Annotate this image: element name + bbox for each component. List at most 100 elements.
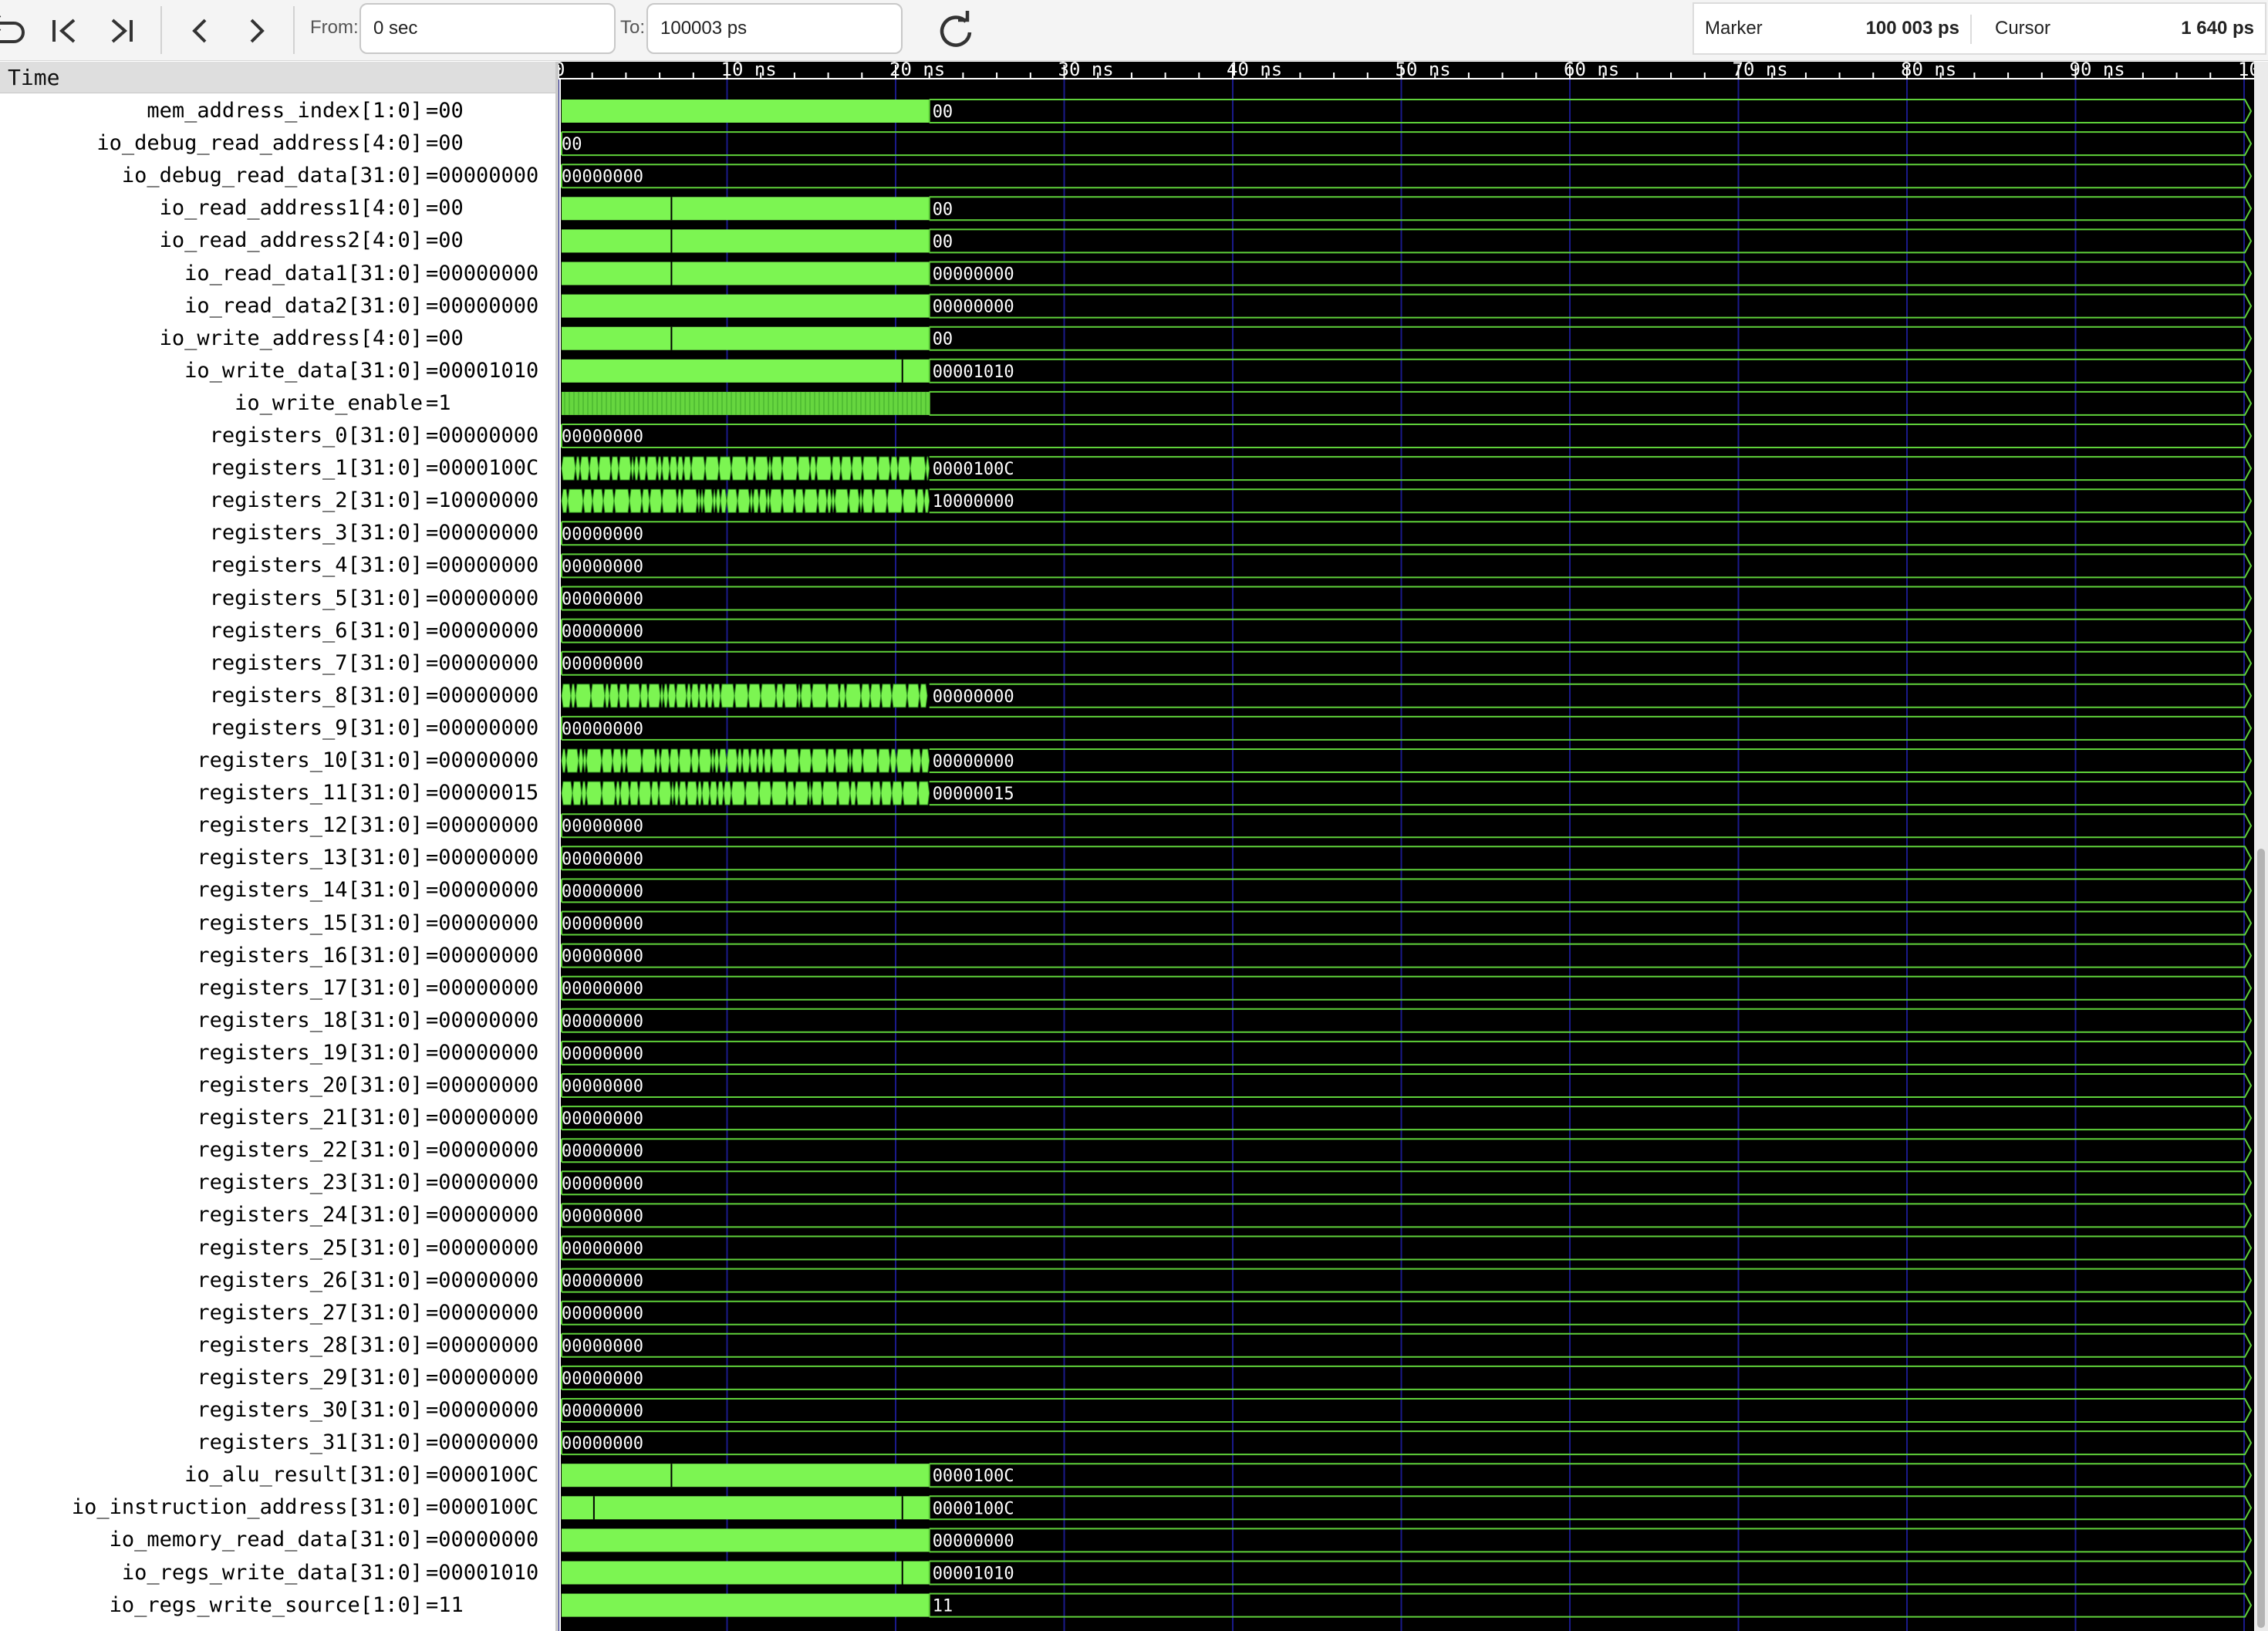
signal-row[interactable]: registers_16[31:0] =00000000 [0,940,555,972]
signal-value-label: 00000000 [933,298,1014,317]
signal-row[interactable]: io_read_address1[4:0] =00 [0,192,555,225]
signal-row[interactable]: registers_20[31:0] =00000000 [0,1069,555,1102]
signal-row[interactable]: registers_10[31:0] =00000000 [0,745,555,777]
signal-transition [734,684,749,708]
signal-name: registers_27[31:0] [197,1300,423,1325]
signal-row[interactable]: registers_1[31:0] =0000100C [0,452,555,485]
signal-row[interactable]: io_write_data[31:0] =00001010 [0,355,555,387]
signal-transition [771,748,786,773]
signal-row[interactable]: io_regs_write_data[31:0] =00001010 [0,1557,555,1589]
signal-value: =00 [426,196,464,221]
signal-transition [718,748,727,773]
waveform-panel[interactable]: 0 10 ns 20 ns 30 ns 40 ns 50 ns 60 ns 70 ns 80 n… [559,62,2254,1631]
signal-transition [771,781,788,805]
signal-row[interactable]: io_memory_read_data[31:0] =00000000 [0,1524,555,1556]
scrollbar-thumb[interactable] [2257,849,2265,1628]
signal-row[interactable]: registers_29[31:0] =00000000 [0,1362,555,1394]
to-input[interactable] [646,3,903,54]
signal-row[interactable]: registers_9[31:0] =00000000 [0,712,555,745]
signal-value-label: 00000000 [562,1045,643,1064]
signal-row[interactable]: registers_31[31:0] =00000000 [0,1427,555,1459]
signal-trace [929,261,2253,286]
signal-row[interactable]: io_read_data2[31:0] =00000000 [0,290,555,322]
signal-name: registers_1[31:0] [209,456,423,481]
signal-transition [677,456,684,481]
signal-value: =00000000 [426,1040,539,1065]
signal-value-label: 00 [933,103,953,122]
signal-row[interactable]: io_debug_read_address[4:0] =00 [0,127,555,160]
signal-row[interactable]: registers_4[31:0] =00000000 [0,549,555,582]
signal-transition [902,781,919,805]
signal-row[interactable]: registers_22[31:0] =00000000 [0,1134,555,1167]
signal-row[interactable]: registers_5[31:0] =00000000 [0,582,555,615]
signal-row[interactable]: registers_24[31:0] =00000000 [0,1199,555,1231]
skip-start-icon [52,19,76,43]
signal-name: mem_address_index[1:0] [147,99,423,123]
signal-row[interactable]: registers_25[31:0] =00000000 [0,1232,555,1265]
skip-end-icon [111,19,133,43]
signal-name: io_read_data1[31:0] [184,261,423,285]
signal-transition [880,684,893,708]
signal-row[interactable]: io_read_address2[4:0] =00 [0,225,555,257]
signal-row[interactable]: registers_13[31:0] =00000000 [0,842,555,874]
signal-name: registers_17[31:0] [197,975,423,1000]
signal-row[interactable]: registers_3[31:0] =00000000 [0,517,555,549]
reload-button[interactable] [930,5,981,56]
signal-row[interactable]: mem_address_index[1:0] =00 [0,95,555,127]
signal-name: io_read_address1[4:0] [159,196,423,221]
next-edge-button[interactable] [231,5,282,56]
signal-value: =00000000 [426,715,539,740]
signal-row[interactable]: registers_14[31:0] =00000000 [0,874,555,907]
signal-row[interactable]: registers_6[31:0] =00000000 [0,615,555,647]
signal-row[interactable]: io_write_address[4:0] =00 [0,322,555,355]
signal-row[interactable]: registers_19[31:0] =00000000 [0,1037,555,1069]
signal-row[interactable]: registers_0[31:0] =00000000 [0,420,555,452]
signal-row[interactable]: registers_28[31:0] =00000000 [0,1329,555,1362]
signal-transition [862,456,879,481]
signal-transition [886,488,903,513]
signal-transition [771,456,783,481]
signal-row[interactable]: registers_30[31:0] =00000000 [0,1394,555,1427]
signal-value: =00000000 [426,813,539,838]
signal-row[interactable]: registers_18[31:0] =00000000 [0,1005,555,1037]
signal-trace [929,1528,2253,1553]
signal-row[interactable]: io_debug_read_data[31:0] =00000000 [0,160,555,192]
signal-row[interactable]: registers_15[31:0] =00000000 [0,907,555,940]
undo-zoom-button[interactable] [0,5,34,56]
go-to-end-button[interactable] [96,5,147,56]
vertical-scrollbar[interactable] [2254,62,2268,1631]
signal-transition [579,456,590,481]
from-input[interactable] [359,3,616,54]
signal-row[interactable]: io_write_enable =1 [0,387,555,420]
signal-value-label: 00000000 [562,720,643,739]
signal-row[interactable]: registers_8[31:0] =00000000 [0,680,555,712]
signal-transition [752,488,760,513]
waveform-canvas[interactable]: 0 10 ns 20 ns 30 ns 40 ns 50 ns 60 ns 70 ns 80 n… [559,62,2254,1631]
signal-transition [572,781,582,805]
signal-row[interactable]: registers_23[31:0] =00000000 [0,1167,555,1199]
signal-value: =00000000 [426,424,539,447]
signal-row[interactable]: registers_21[31:0] =00000000 [0,1102,555,1134]
signal-row[interactable]: io_read_data1[31:0] =00000000 [0,258,555,290]
signal-row[interactable]: registers_17[31:0] =00000000 [0,972,555,1005]
signal-transition [661,488,678,513]
signal-transition [575,684,592,708]
signal-transition [720,488,727,513]
signal-row[interactable]: io_alu_result[31:0] =0000100C [0,1459,555,1491]
signal-transition [641,748,656,773]
signal-row[interactable]: registers_2[31:0] =10000000 [0,485,555,517]
signal-row[interactable]: io_regs_write_source[1:0] =11 [0,1589,555,1622]
signal-row[interactable]: registers_11[31:0] =00000015 [0,777,555,809]
info-separator [1970,15,1972,44]
signal-transition [797,684,802,707]
signal-trace [929,228,2253,254]
signal-row[interactable]: registers_27[31:0] =00000000 [0,1297,555,1329]
signal-row[interactable]: registers_12[31:0] =00000000 [0,809,555,842]
go-to-start-button[interactable] [40,5,91,56]
signal-row[interactable]: io_instruction_address[31:0] =0000100C [0,1491,555,1524]
previous-edge-button[interactable] [174,5,225,56]
signal-value: =00000000 [426,1138,539,1163]
signal-row[interactable]: registers_26[31:0] =00000000 [0,1265,555,1297]
signal-row[interactable]: registers_7[31:0] =00000000 [0,647,555,680]
signal-transition [621,748,627,773]
